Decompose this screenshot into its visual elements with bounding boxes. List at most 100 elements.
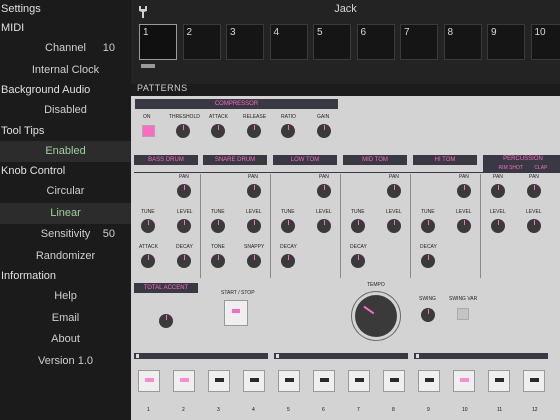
low-tom-tune-knob[interactable] [278,216,298,236]
step-led [180,378,189,382]
step-button-1[interactable] [138,370,160,392]
swing-var-label: SWING VAR [449,296,478,302]
step-led [215,378,224,382]
pattern-slot-6[interactable]: 6 [356,24,395,60]
help-item[interactable]: Help [0,286,131,308]
step-button-11[interactable] [488,370,510,392]
pattern-number: 3 [230,27,236,38]
internal-clock-item[interactable]: Internal Clock [0,60,131,82]
pattern-number: 2 [186,27,193,38]
low-tom-level-label: LEVEL [316,209,332,215]
randomizer-item[interactable]: Randomizer [0,246,131,268]
attack-label: ATTACK [209,114,228,120]
pattern-slot-7[interactable]: 7 [400,24,438,60]
bass-drum-attack-knob[interactable] [138,251,158,271]
pattern-slot-3[interactable]: 3 [226,24,264,60]
swing-knob[interactable] [418,305,438,325]
snare-tune-knob[interactable] [208,216,228,236]
mid-tom-level-label: LEVEL [386,209,402,215]
hi-tom-tune-knob[interactable] [418,216,438,236]
low-tom-decay-knob[interactable] [278,251,298,271]
bass-drum-decay-knob[interactable] [174,251,194,271]
patterns-label: PATTERNS [137,83,188,93]
step-button-12[interactable] [523,370,545,392]
gain-knob[interactable] [314,121,334,141]
project-title: Jack [334,3,357,15]
low-tom-pan-knob[interactable] [314,181,334,201]
step-button-4[interactable] [243,370,265,392]
about-item[interactable]: About [0,329,131,351]
snare-pan-knob[interactable] [244,181,264,201]
tool-tips-enabled-item[interactable]: Enabled [0,140,131,162]
pattern-number: 10 [534,27,546,38]
pattern-slot-9[interactable]: 9 [487,24,525,60]
low-tom-level-knob[interactable] [314,216,334,236]
snare-tone-knob[interactable] [208,251,228,271]
step-button-2[interactable] [173,370,195,392]
pattern-slot-10[interactable]: 10 [530,24,560,60]
bass-drum-pan-knob[interactable] [174,181,194,201]
mid-tom-level-knob[interactable] [384,216,404,236]
pattern-slot-4[interactable]: 4 [269,24,308,60]
step-button-5[interactable] [278,370,300,392]
compressor-attack-knob[interactable] [208,121,228,141]
hi-tom-level-knob[interactable] [454,216,474,236]
step-button-3[interactable] [208,370,230,392]
email-item[interactable]: Email [0,308,131,330]
compressor-on-toggle[interactable] [142,125,155,137]
step-led [460,378,469,382]
rim-shot-label: RIM SHOT [498,165,523,171]
hi-tom-pan-label: PAN [459,174,469,180]
step-button-7[interactable] [348,370,370,392]
sensitivity-item[interactable]: Sensitivity 50 [0,224,131,246]
step-number: 6 [322,407,325,413]
clap-pan-knob[interactable] [524,181,544,201]
hi-tom-tune-label: TUNE [421,209,435,215]
pattern-slot-8[interactable]: 8 [443,24,482,60]
midi-channel-item[interactable]: Channel 10 [0,38,131,60]
pattern-number: 6 [360,27,367,38]
ratio-knob[interactable] [278,121,298,141]
threshold-knob[interactable] [173,121,193,141]
step-led [355,378,364,382]
sensitivity-value: 50 [102,228,115,240]
release-knob[interactable] [244,121,264,141]
step-button-8[interactable] [383,370,405,392]
knob-linear-item[interactable]: Linear [0,202,131,224]
sensitivity-label: Sensitivity [40,228,91,240]
step-button-6[interactable] [313,370,335,392]
pattern-slot-1[interactable]: 1 [139,24,177,60]
pattern-number: 1 [143,27,149,38]
hi-tom-pan-knob[interactable] [454,181,474,201]
step-number: 7 [357,407,360,413]
step-number: 9 [427,407,430,413]
rim-shot-level-knob[interactable] [488,216,508,236]
tempo-knob[interactable] [355,295,397,337]
knob-circular-item[interactable]: Circular [0,181,131,203]
snare-level-knob[interactable] [244,216,264,236]
mid-tom-header: MID TOM [343,155,407,165]
total-accent-knob[interactable] [156,311,176,331]
low-tom-tune-label: TUNE [281,209,295,215]
rim-shot-pan-knob[interactable] [488,181,508,201]
bass-drum-header: BASS DRUM [134,155,198,165]
clap-level-knob[interactable] [524,216,544,236]
hi-tom-decay-label: DECAY [420,244,437,250]
pattern-slot-5[interactable]: 5 [313,24,351,60]
mid-tom-pan-knob[interactable] [384,181,404,201]
step-button-10[interactable] [453,370,475,392]
background-audio-disabled-item[interactable]: Disabled [0,100,131,122]
bass-drum-tune-knob[interactable] [138,216,158,236]
start-stop-button[interactable] [224,300,248,326]
pattern-slot-2[interactable]: 2 [182,24,221,60]
step-led [250,378,259,382]
swing-var-toggle[interactable] [457,308,469,320]
hi-tom-header: HI TOM [413,155,477,165]
step-button-9[interactable] [418,370,440,392]
snare-snappy-knob[interactable] [244,251,264,271]
mid-tom-tune-knob[interactable] [348,216,368,236]
bass-drum-level-knob[interactable] [174,216,194,236]
mid-tom-decay-knob[interactable] [348,251,368,271]
hi-tom-decay-knob[interactable] [418,251,438,271]
pattern-selection-indicator [141,64,155,68]
